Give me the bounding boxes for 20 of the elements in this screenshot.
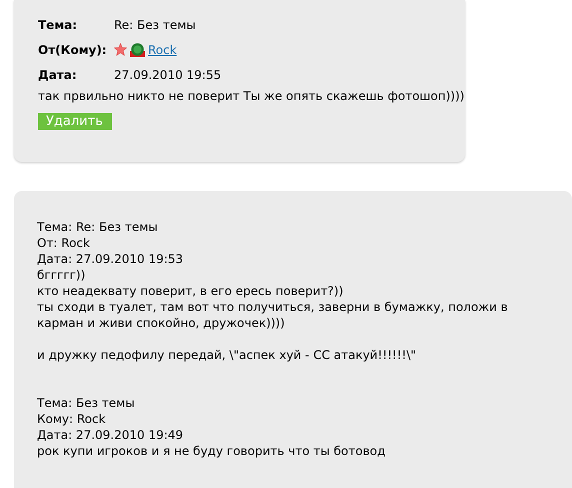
star-icon: [114, 43, 127, 56]
user-link[interactable]: Rock: [148, 42, 177, 56]
quote-line: бггггг)): [37, 267, 86, 283]
quote-line: От: Rock: [37, 235, 91, 251]
quote-line: Дата: 27.09.2010 19:53: [37, 251, 184, 267]
field-label: Дата:: [38, 68, 78, 82]
quote-line: Дата: 27.09.2010 19:49: [37, 427, 184, 443]
coin-icon: [130, 42, 145, 56]
field-label: Тема:: [38, 18, 78, 32]
quote-line: Кому: Rock: [37, 411, 107, 427]
field-value: Re: Без темы: [114, 18, 196, 32]
message-text: так првильно никто не поверит Ты же опять скажешь фотошоп)))): [38, 89, 465, 103]
quote-line: Тема: Re: Без темы: [37, 219, 159, 235]
quote-line: кто неадеквату поверит, в его ересь поверит?)): [37, 283, 344, 299]
quote-line: и дружку педофилу передай, \"аспек хуй - СС атакуй!!!!!!\": [37, 347, 418, 363]
quote-line: рок купи игроков и я не буду говорить что ты ботовод: [37, 443, 386, 459]
field-value: 27.09.2010 19:55: [114, 68, 222, 82]
quote-line: Тема: Без темы: [37, 395, 136, 411]
quote-line: ты сходи в туалет, там вот что получиться, заверни в бумажку, положи в карман и живи спокойно, дружочек)))): [37, 299, 509, 331]
field-label: От(Кому):: [38, 42, 108, 56]
